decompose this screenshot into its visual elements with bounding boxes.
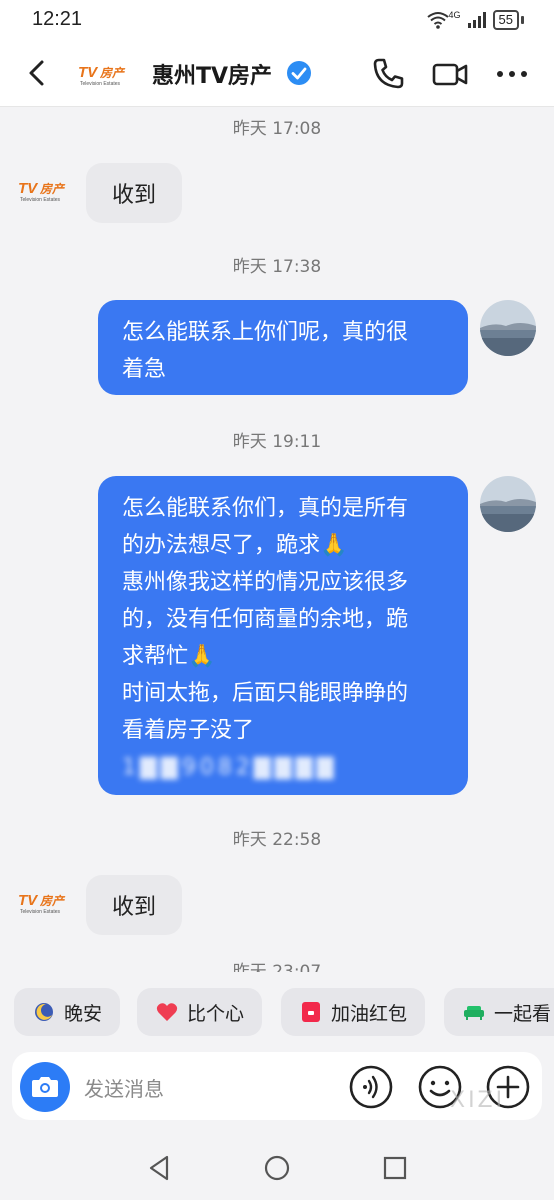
status-bar: 12:21 4G 55: [0, 0, 554, 40]
svg-text:房产: 房产: [39, 182, 66, 196]
battery-tip: [521, 16, 524, 24]
quick-reply-goodnight[interactable]: 晚安: [14, 988, 121, 1036]
svg-text:房产: 房产: [99, 66, 126, 80]
message-line: 的，没有任何商量的余地，跪: [122, 607, 409, 632]
svg-text:Television Estates: Television Estates: [20, 197, 61, 203]
quick-reply-label: 比个心: [187, 1002, 245, 1025]
moon-emoji-icon: [35, 1003, 53, 1021]
status-icons: 4G 55: [426, 10, 524, 30]
message-line: 求帮忙🙏: [122, 644, 216, 669]
svg-text:房产: 房产: [39, 894, 66, 908]
quick-reply-red-packet[interactable]: 加油红包: [281, 988, 426, 1036]
signal-icon: [467, 12, 486, 28]
verified-badge-icon: [287, 61, 311, 85]
sent-message-bubble[interactable]: 怎么能联系上你们呢，真的很 着急: [98, 300, 468, 395]
received-message-bubble[interactable]: 收到: [86, 875, 183, 935]
message-line: 怎么能联系上你们呢，真的很: [122, 320, 409, 345]
camera-icon: [32, 1077, 58, 1097]
quick-reply-label: 一起看: [494, 1002, 552, 1025]
user-avatar[interactable]: [480, 300, 536, 356]
message-line: 怎么能联系你们，真的是所有: [122, 496, 409, 521]
wifi-icon: [426, 12, 449, 29]
chat-header: TV 房产 Television Estates 惠州TV房产: [0, 40, 554, 107]
sender-avatar[interactable]: TV 房产 Television Estates: [16, 890, 76, 916]
svg-text:Television Estates: Television Estates: [20, 909, 61, 915]
chat-title: 惠州TV房产: [152, 64, 273, 89]
message-line: 看着房子没了: [122, 718, 255, 743]
quick-reply-bar: 晚安 比个心 加油红包 一起看: [0, 988, 554, 1036]
sofa-icon: [464, 1006, 484, 1020]
svg-text:Television Estates: Television Estates: [80, 81, 121, 87]
sender-avatar[interactable]: TV 房产 Television Estates: [16, 178, 76, 204]
svg-text:TV: TV: [18, 892, 39, 909]
message-line: 的办法想尽了，跪求🙏: [122, 533, 348, 558]
phone-icon[interactable]: [370, 56, 406, 92]
nav-home-icon[interactable]: [262, 1153, 292, 1183]
quick-reply-heart[interactable]: 比个心: [137, 988, 263, 1036]
message-timestamp: 昨天 22:58: [232, 830, 322, 850]
nav-back-icon[interactable]: [144, 1153, 174, 1183]
watermark: XIZI: [450, 1088, 506, 1113]
red-packet-icon: [302, 1002, 320, 1022]
message-line: 时间太拖，后面只能眼睁睁的: [122, 681, 409, 706]
more-options-icon[interactable]: [494, 56, 530, 92]
svg-text:TV: TV: [78, 64, 99, 81]
message-input[interactable]: 发送消息: [84, 1073, 164, 1102]
status-time: 12:21: [32, 8, 83, 30]
back-arrow-icon[interactable]: [22, 58, 52, 88]
video-call-icon[interactable]: [432, 56, 468, 92]
voice-input-icon[interactable]: [348, 1064, 394, 1110]
sent-message-bubble[interactable]: 怎么能联系你们，真的是所有 的办法想尽了，跪求🙏 惠州像我这样的情况应该很多 的…: [98, 476, 468, 795]
quick-reply-watch-together[interactable]: 一起看: [444, 988, 554, 1036]
landscape-photo-icon: [480, 300, 536, 356]
quick-reply-label: 加油红包: [331, 1002, 408, 1025]
user-avatar[interactable]: [480, 476, 536, 532]
svg-text:TV: TV: [18, 180, 39, 197]
network-label: 4G: [448, 10, 461, 20]
message-timestamp: 昨天 17:38: [232, 257, 322, 277]
message-line: 惠州像我这样的情况应该很多: [122, 570, 409, 595]
message-line: 着急: [122, 357, 167, 382]
received-message-bubble[interactable]: 收到: [86, 163, 183, 223]
tv-estates-logo: TV 房产 Television Estates: [78, 64, 126, 87]
system-nav-bar: [0, 1135, 554, 1200]
quick-reply-label: 晚安: [64, 1002, 103, 1025]
redacted-phone-number: 1▇▇9082▇▇▇▇: [122, 755, 338, 780]
message-timestamp-partial: 昨天 23:07: [232, 962, 322, 972]
landscape-photo-icon: [480, 476, 536, 532]
heart-icon: [156, 1003, 178, 1021]
battery-indicator: 55: [492, 10, 519, 30]
message-timestamp: 昨天 19:11: [232, 432, 322, 452]
nav-recents-icon[interactable]: [380, 1153, 410, 1183]
camera-button[interactable]: [20, 1062, 70, 1112]
message-timestamp: 昨天 17:08: [232, 119, 322, 139]
